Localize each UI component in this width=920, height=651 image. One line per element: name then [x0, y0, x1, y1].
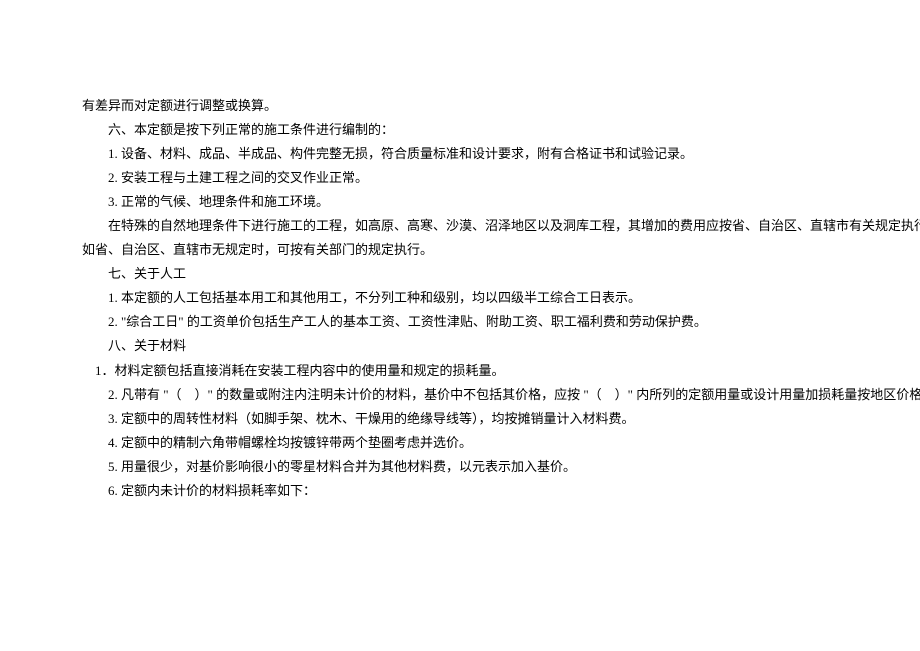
text-line: 5. 用量很少，对基价影响很小的零星材料合并为其他材料费，以元表示加入基价。	[82, 455, 838, 479]
text-line: 在特殊的自然地理条件下进行施工的工程，如高原、高寒、沙漠、沼泽地区以及洞库工程，…	[82, 214, 838, 238]
text-line: 1. 设备、材料、成品、半成品、构件完整无损，符合质量标准和设计要求，附有合格证…	[82, 142, 838, 166]
text-line: 2. 安装工程与土建工程之间的交叉作业正常。	[82, 166, 838, 190]
text-line: 4. 定额中的精制六角带帽螺栓均按镀锌带两个垫圈考虑并选价。	[82, 431, 838, 455]
text-line: 3. 正常的气候、地理条件和施工环境。	[82, 190, 838, 214]
text-line: 七、关于人工	[82, 262, 838, 286]
text-line: 1. 本定额的人工包括基本用工和其他用工，不分列工种和级别，均以四级半工综合工日…	[82, 286, 838, 310]
text-line: 八、关于材料	[82, 334, 838, 358]
text-line: 1．材料定额包括直接消耗在安装工程内容中的使用量和规定的损耗量。	[82, 359, 838, 383]
text-line: 有差异而对定额进行调整或换算。	[82, 94, 838, 118]
text-line: 6. 定额内未计价的材料损耗率如下：	[82, 479, 838, 503]
text-line: 3. 定额中的周转性材料（如脚手架、枕木、干燥用的绝缘导线等），均按摊销量计入材…	[82, 407, 838, 431]
document-page: 有差异而对定额进行调整或换算。 六、本定额是按下列正常的施工条件进行编制的： 1…	[0, 0, 920, 503]
text-line: 2. "综合工日" 的工资单价包括生产工人的基本工资、工资性津贴、附助工资、职工…	[82, 310, 838, 334]
text-line: 如省、自治区、直辖市无规定时，可按有关部门的规定执行。	[82, 238, 838, 262]
text-line: 2. 凡带有 "（ ）" 的数量或附注内注明未计价的材料，基价中不包括其价格，应…	[82, 383, 838, 407]
text-line: 六、本定额是按下列正常的施工条件进行编制的：	[82, 118, 838, 142]
